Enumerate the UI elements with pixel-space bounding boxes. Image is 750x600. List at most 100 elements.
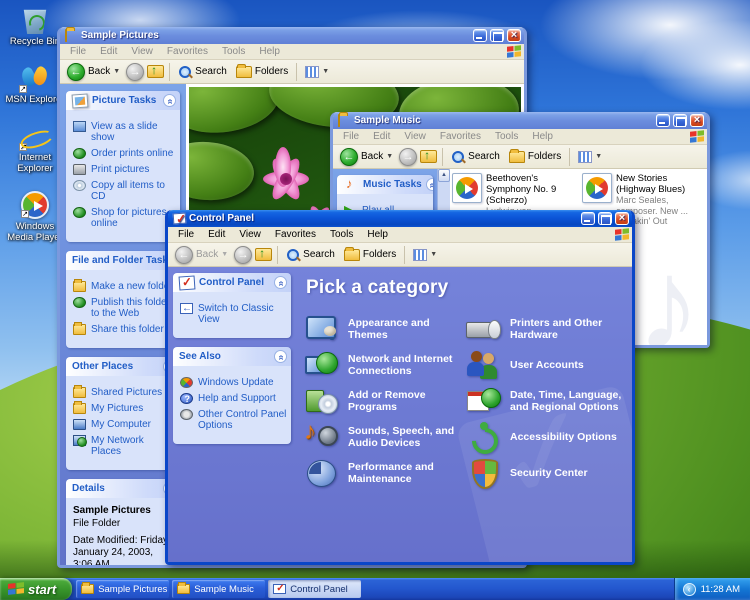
task-pane-link[interactable]: My Pictures [73,403,176,414]
titlebar[interactable]: Sample Music [333,112,707,129]
menu-item[interactable]: Help [253,45,286,58]
titlebar[interactable]: Control Panel [168,210,632,227]
control-panel-category[interactable]: User Accounts [466,347,622,382]
menu-item[interactable]: Help [361,228,394,241]
views-button[interactable]: ▼ [410,248,440,262]
taskbar-window-button[interactable]: Control Panel [268,580,361,598]
taskbar-window-button[interactable]: Sample Pictures [76,580,169,598]
task-pane-link[interactable]: Help and Support [180,393,287,404]
back-button[interactable]: ← Back▼ [64,62,123,82]
close-button[interactable] [615,212,629,225]
menu-item[interactable]: Favorites [269,228,322,241]
task-pane-link-label: My Pictures [91,403,143,414]
task-pane-link[interactable]: Share this folder [73,324,176,335]
task-pane-link[interactable]: Shop for pictures online [73,207,176,229]
titlebar[interactable]: Sample Pictures [60,27,524,44]
task-pane-link[interactable]: My Network Places [73,435,176,457]
lily-flower [251,149,321,209]
search-button[interactable]: Search [175,64,230,80]
task-pane-link[interactable]: View as a slide show [73,121,176,143]
close-button[interactable] [690,114,704,127]
forward-button[interactable]: → [126,63,144,81]
task-pane-link-label: Shared Pictures [91,387,162,398]
menu-item[interactable]: Tools [324,228,359,241]
task-pane-link[interactable]: Print pictures [73,164,176,175]
menu-item[interactable]: Edit [367,130,396,143]
views-button[interactable]: ▼ [302,65,332,79]
other-options-icon [180,409,193,420]
menu-item[interactable]: Favorites [434,130,487,143]
control-panel-category[interactable]: Date, Time, Language, and Regional Optio… [466,383,622,418]
task-pane-link[interactable]: Publish this folder to the Web [73,297,176,319]
menu-item[interactable]: Help [526,130,559,143]
back-button[interactable]: ← Back▼ [172,245,231,265]
programs-icon [304,386,340,416]
search-button[interactable]: Search [448,149,503,165]
maximize-button[interactable] [673,114,687,127]
collapse-chevron-icon[interactable] [274,350,287,363]
control-panel-category[interactable]: Add or Remove Programs [304,383,460,418]
toolbar: ← Back▼ → Search Folders ▼ [168,243,632,267]
recycle-bin-icon: ↗ [21,6,49,34]
panel-title: File and Folder Tasks [72,255,174,266]
media-file-icon [452,173,482,203]
menu-item[interactable]: File [172,228,200,241]
share-icon [73,324,86,335]
search-button[interactable]: Search [283,247,338,263]
menu-item[interactable]: Tools [489,130,524,143]
folders-button[interactable]: Folders [233,65,291,79]
window-title: Sample Pictures [81,30,470,41]
up-button[interactable] [147,65,164,78]
task-pane-link[interactable]: Make a new folder [73,281,176,292]
scroll-up-icon[interactable]: ▲ [438,169,450,182]
menu-item[interactable]: Edit [202,228,231,241]
collapse-chevron-icon[interactable] [274,276,287,289]
menu-item[interactable]: View [233,228,267,241]
search-icon [178,65,192,79]
hidden-icons-chevron-icon[interactable]: ‹ [683,583,696,596]
control-panel-icon [173,213,187,225]
menu-item[interactable]: View [125,45,159,58]
menu-item[interactable]: View [398,130,432,143]
control-panel-category[interactable]: Printers and Other Hardware [466,311,622,346]
minimize-button[interactable] [581,212,595,225]
task-pane-link[interactable]: My Computer [73,419,176,430]
close-button[interactable] [507,29,521,42]
menu-item[interactable]: File [64,45,92,58]
minimize-button[interactable] [656,114,670,127]
menu-item[interactable]: Favorites [161,45,214,58]
start-label: start [28,582,56,597]
details-panel: Details Sample Pictures File Folder Date… [66,479,180,565]
maximize-button[interactable] [598,212,612,225]
up-button[interactable] [420,150,437,163]
folders-button[interactable]: Folders [341,248,399,262]
maximize-button[interactable] [490,29,504,42]
task-pane-link[interactable]: Windows Update [180,377,287,388]
task-pane-link[interactable]: Order prints online [73,148,176,159]
control-panel-category[interactable]: Security Center [466,455,622,490]
forward-button[interactable]: → [399,148,417,166]
control-panel-category[interactable]: Appearance and Themes [304,311,460,346]
task-pane-link[interactable]: Copy all items to CD [73,180,176,202]
task-pane-link[interactable]: Switch to Classic View [180,303,287,325]
menu-item[interactable]: Tools [216,45,251,58]
new-folder-icon [73,281,86,292]
minimize-button[interactable] [473,29,487,42]
views-button[interactable]: ▼ [575,150,605,164]
control-panel-category[interactable]: Accessibility Options [466,419,622,454]
task-pane-link[interactable]: Other Control Panel Options [180,409,287,431]
menu-item[interactable]: Edit [94,45,123,58]
collapse-chevron-icon[interactable] [163,94,176,107]
control-panel-category[interactable]: Performance and Maintenance [304,455,460,490]
menu-item[interactable]: File [337,130,365,143]
folders-button[interactable]: Folders [506,150,564,164]
taskbar-window-button[interactable]: Sample Music [172,580,265,598]
back-button[interactable]: ← Back▼ [337,147,396,167]
task-pane-link[interactable]: Shared Pictures [73,387,176,398]
control-panel-category[interactable]: Sounds, Speech, and Audio Devices [304,419,460,454]
control-panel-category[interactable]: Network and Internet Connections [304,347,460,382]
forward-button[interactable]: → [234,246,252,264]
up-button[interactable] [255,248,272,261]
start-button[interactable]: start [0,578,72,600]
collapse-chevron-icon[interactable] [426,178,433,191]
